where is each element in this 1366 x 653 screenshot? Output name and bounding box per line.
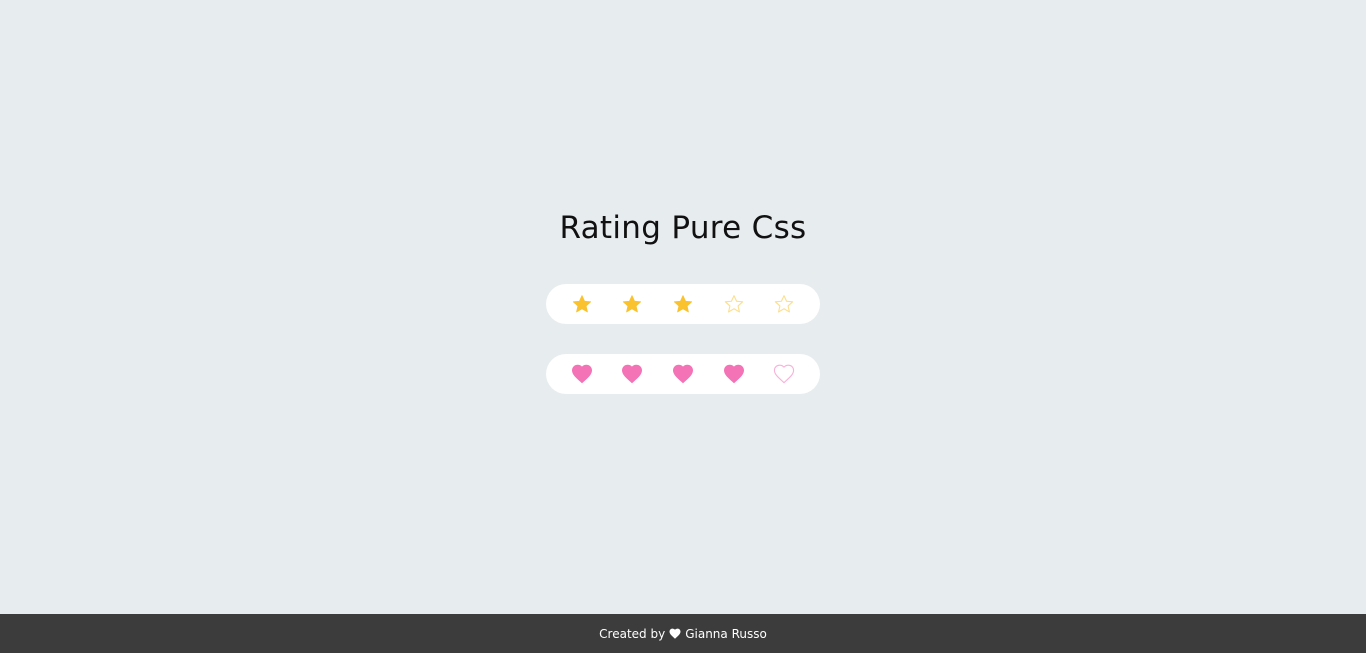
page-title: Rating Pure Css — [559, 210, 807, 246]
footer: Created by Gianna Russo — [0, 614, 1366, 653]
star-rating-item-4[interactable] — [714, 284, 754, 324]
star-rating — [546, 284, 820, 324]
heart-rating-item-3[interactable] — [663, 354, 703, 394]
heart-rating-item-2[interactable] — [612, 354, 652, 394]
page: Rating Pure Css Created by Gianna Russo — [0, 0, 1366, 653]
heart-icon — [622, 364, 642, 384]
heart-icon — [773, 364, 795, 384]
star-icon — [774, 295, 794, 313]
footer-prefix: Created by — [599, 626, 666, 641]
footer-author[interactable]: Gianna Russo — [685, 627, 767, 641]
star-icon — [673, 295, 693, 313]
heart-icon — [669, 628, 681, 639]
star-icon — [572, 295, 592, 313]
star-icon — [622, 295, 642, 313]
star-rating-item-3[interactable] — [663, 284, 703, 324]
heart-rating — [546, 354, 820, 394]
heart-icon — [724, 364, 744, 384]
star-rating-item-1[interactable] — [562, 284, 602, 324]
heart-rating-item-4[interactable] — [714, 354, 754, 394]
star-rating-item-2[interactable] — [612, 284, 652, 324]
heart-rating-item-5[interactable] — [764, 354, 804, 394]
heart-rating-item-1[interactable] — [562, 354, 602, 394]
star-rating-item-5[interactable] — [764, 284, 804, 324]
heart-icon — [572, 364, 592, 384]
heart-icon — [673, 364, 693, 384]
star-icon — [724, 295, 744, 313]
